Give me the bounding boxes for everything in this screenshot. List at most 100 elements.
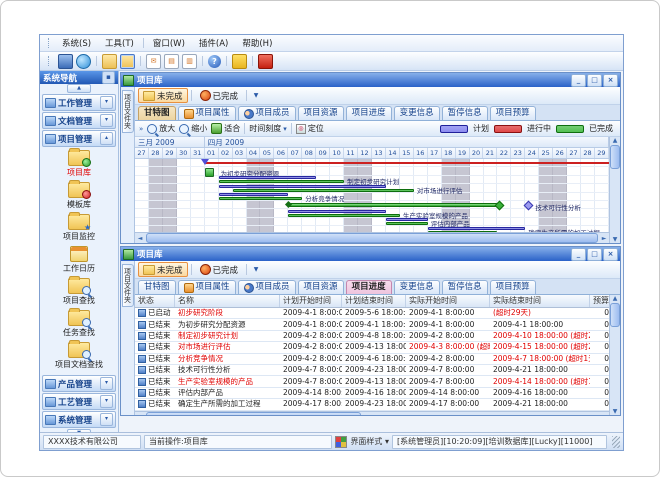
column-header-实际开始时间[interactable]: 实际开始时间 (406, 295, 490, 307)
section-toggle-icon[interactable]: ▴ (100, 132, 113, 145)
gantt-day-label[interactable]: 04 (247, 148, 261, 158)
gantt-day-label[interactable]: 15 (400, 148, 414, 158)
zoom-out-button[interactable]: 缩小 (179, 123, 207, 134)
summary-bar-技术可行性分析[interactable] (288, 203, 497, 207)
gantt-day-label[interactable]: 01 (205, 148, 219, 158)
gantt-day-label[interactable]: 08 (302, 148, 316, 158)
sidebar-item-项目库[interactable]: 项目库 (67, 150, 91, 178)
gantt-day-label[interactable]: 14 (386, 148, 400, 158)
section-toggle-icon[interactable]: ▾ (100, 395, 113, 408)
gantt-day-label[interactable]: 31 (191, 148, 205, 158)
unfinished-filter-button[interactable]: 未完成 (138, 88, 188, 103)
folder-side-tab[interactable]: 项目文件夹 (121, 261, 135, 415)
close-button[interactable]: × (603, 74, 618, 87)
done-bar-确定生产所需的加工过程[interactable] (428, 231, 498, 232)
collapse-button[interactable]: ▲ (67, 84, 91, 93)
sidebar-item-模板库[interactable]: 模板库 (67, 182, 91, 210)
gantt-day-label[interactable]: 23 (511, 148, 525, 158)
gantt-day-label[interactable]: 03 (233, 148, 247, 158)
gantt-day-label[interactable]: 12 (358, 148, 372, 158)
menu-item-1[interactable]: 系统(S) (55, 37, 98, 49)
help-icon[interactable]: ? (208, 55, 221, 68)
done-bar-对市场进行评估[interactable] (233, 189, 414, 192)
gantt-vertical-scrollbar[interactable]: ▲▼ (609, 137, 620, 243)
table-horizontal-scrollbar[interactable]: ◄► (135, 411, 609, 415)
plan-bar-制定初步研究计划[interactable] (219, 176, 317, 179)
column-header-名称[interactable]: 名称 (175, 295, 280, 307)
folder-side-tab[interactable]: 项目文件夹 (121, 87, 135, 243)
gantt-day-label[interactable]: 27 (567, 148, 581, 158)
folder-open-icon[interactable] (120, 54, 135, 69)
gantt-day-label[interactable]: 21 (483, 148, 497, 158)
tab-项目成员[interactable]: 项目成员 (238, 106, 296, 120)
gantt-horizontal-scrollbar[interactable]: ◄► (135, 232, 609, 243)
folder-icon[interactable] (102, 54, 117, 69)
gantt-chart-body[interactable]: 为初步研究分配资源制定初步研究计划对市场进行评估分析竞争情况技术可行性分析生产实… (135, 159, 609, 232)
column-header-实际结束时间[interactable]: 实际结束时间 (490, 295, 590, 307)
gantt-day-label[interactable]: 10 (330, 148, 344, 158)
table-row[interactable]: 已结束分析竞争情况2009-4-2 8:00:002009-4-6 18:00:… (135, 354, 609, 365)
tab-项目预算[interactable]: 项目预算 (490, 280, 536, 294)
menu-item-2[interactable]: 工具(T) (98, 37, 141, 49)
tab-变更信息[interactable]: 变更信息 (394, 106, 440, 120)
table-row[interactable]: 已启动初步研究阶段2009-4-1 8:00:002009-5-6 18:00:… (135, 308, 609, 319)
minimize-button[interactable]: _ (571, 248, 586, 261)
table-vertical-scrollbar[interactable]: ▲▼ (609, 295, 620, 415)
restore-button[interactable]: □ (587, 74, 602, 87)
gantt-day-label[interactable]: 28 (149, 148, 163, 158)
tab-暂停信息[interactable]: 暂停信息 (442, 106, 488, 120)
fit-button[interactable]: 适合 (211, 123, 240, 134)
locate-button[interactable]: ◎定位 (296, 123, 324, 134)
window-title-bar[interactable]: 项目库 _ □ × (121, 247, 620, 261)
section-toggle-icon[interactable]: ▾ (100, 413, 113, 426)
done-bar-评估内部产品[interactable] (386, 222, 428, 225)
table-row[interactable]: 已结束为初步研究分配资源2009-4-1 8:00:002009-4-1 18:… (135, 319, 609, 330)
gantt-day-label[interactable]: 13 (372, 148, 386, 158)
tab-项目资源[interactable]: 项目资源 (298, 106, 344, 120)
tab-项目进度[interactable]: 项目进度 (346, 280, 392, 294)
pin-icon[interactable]: ▪ (102, 71, 115, 84)
folder-more-button[interactable]: ▼ (250, 264, 262, 276)
report-icon[interactable]: ▤ (164, 54, 179, 69)
gantt-day-label[interactable]: 29 (163, 148, 177, 158)
done-bar-分析竞争情况[interactable] (219, 197, 303, 200)
column-header-计划开始时间[interactable]: 计划开始时间 (280, 295, 342, 307)
gantt-day-label[interactable]: 18 (442, 148, 456, 158)
plan-bar-评估内部产品[interactable] (386, 218, 428, 221)
plan-bar-生产实验室规模的产品[interactable] (288, 210, 386, 213)
gantt-day-label[interactable]: 11 (344, 148, 358, 158)
folder-more-button[interactable]: ▼ (250, 90, 262, 102)
menu-item-5[interactable]: 帮助(H) (235, 37, 279, 49)
menu-item-3[interactable]: 窗口(W) (146, 37, 192, 49)
menu-item-4[interactable]: 插件(A) (192, 37, 235, 49)
table-row[interactable]: 已结束生产实验室规模的产品2009-4-7 8:00:002009-4-13 1… (135, 376, 609, 387)
done-bar-生产实验室规模的产品[interactable] (288, 214, 400, 217)
sidebar-section-项目管理[interactable]: 项目管理▴ (42, 130, 116, 147)
gantt-day-label[interactable]: 25 (539, 148, 553, 158)
column-header-计划结束时间[interactable]: 计划结束时间 (342, 295, 406, 307)
gantt-day-label[interactable]: 20 (470, 148, 484, 158)
gantt-day-label[interactable]: 19 (456, 148, 470, 158)
tab-暂停信息[interactable]: 暂停信息 (442, 280, 488, 294)
column-header-预算[interactable]: 预算 (590, 295, 609, 307)
sidebar-section-工作管理[interactable]: 工作管理▾ (42, 94, 116, 111)
tab-变更信息[interactable]: 变更信息 (394, 280, 440, 294)
table-row[interactable]: 已结束技术可行性分析2009-4-7 8:00:002009-4-23 18:0… (135, 365, 609, 376)
resize-grip[interactable] (612, 436, 620, 448)
tab-项目资源[interactable]: 项目资源 (298, 280, 344, 294)
gantt-day-label[interactable]: 27 (135, 148, 149, 158)
gantt-day-label[interactable]: 09 (316, 148, 330, 158)
gantt-day-label[interactable]: 26 (553, 148, 567, 158)
zoom-in-button[interactable]: 放大 (147, 123, 175, 134)
toolbar-overflow-icon[interactable]: » (139, 125, 143, 133)
gantt-day-label[interactable]: 07 (288, 148, 302, 158)
gantt-day-label[interactable]: 06 (274, 148, 288, 158)
tab-项目预算[interactable]: 项目预算 (490, 106, 536, 120)
table-row[interactable]: 已结束确定生产所需的加工过程2009-4-17 8:00:002009-4-23… (135, 399, 609, 410)
style-selector[interactable]: 界面样式 ▾ (350, 436, 389, 447)
gantt-day-label[interactable]: 22 (497, 148, 511, 158)
gantt-day-label[interactable]: 30 (177, 148, 191, 158)
gantt-day-label[interactable]: 05 (260, 148, 274, 158)
close-button[interactable]: × (603, 248, 618, 261)
gantt-day-label[interactable]: 16 (414, 148, 428, 158)
